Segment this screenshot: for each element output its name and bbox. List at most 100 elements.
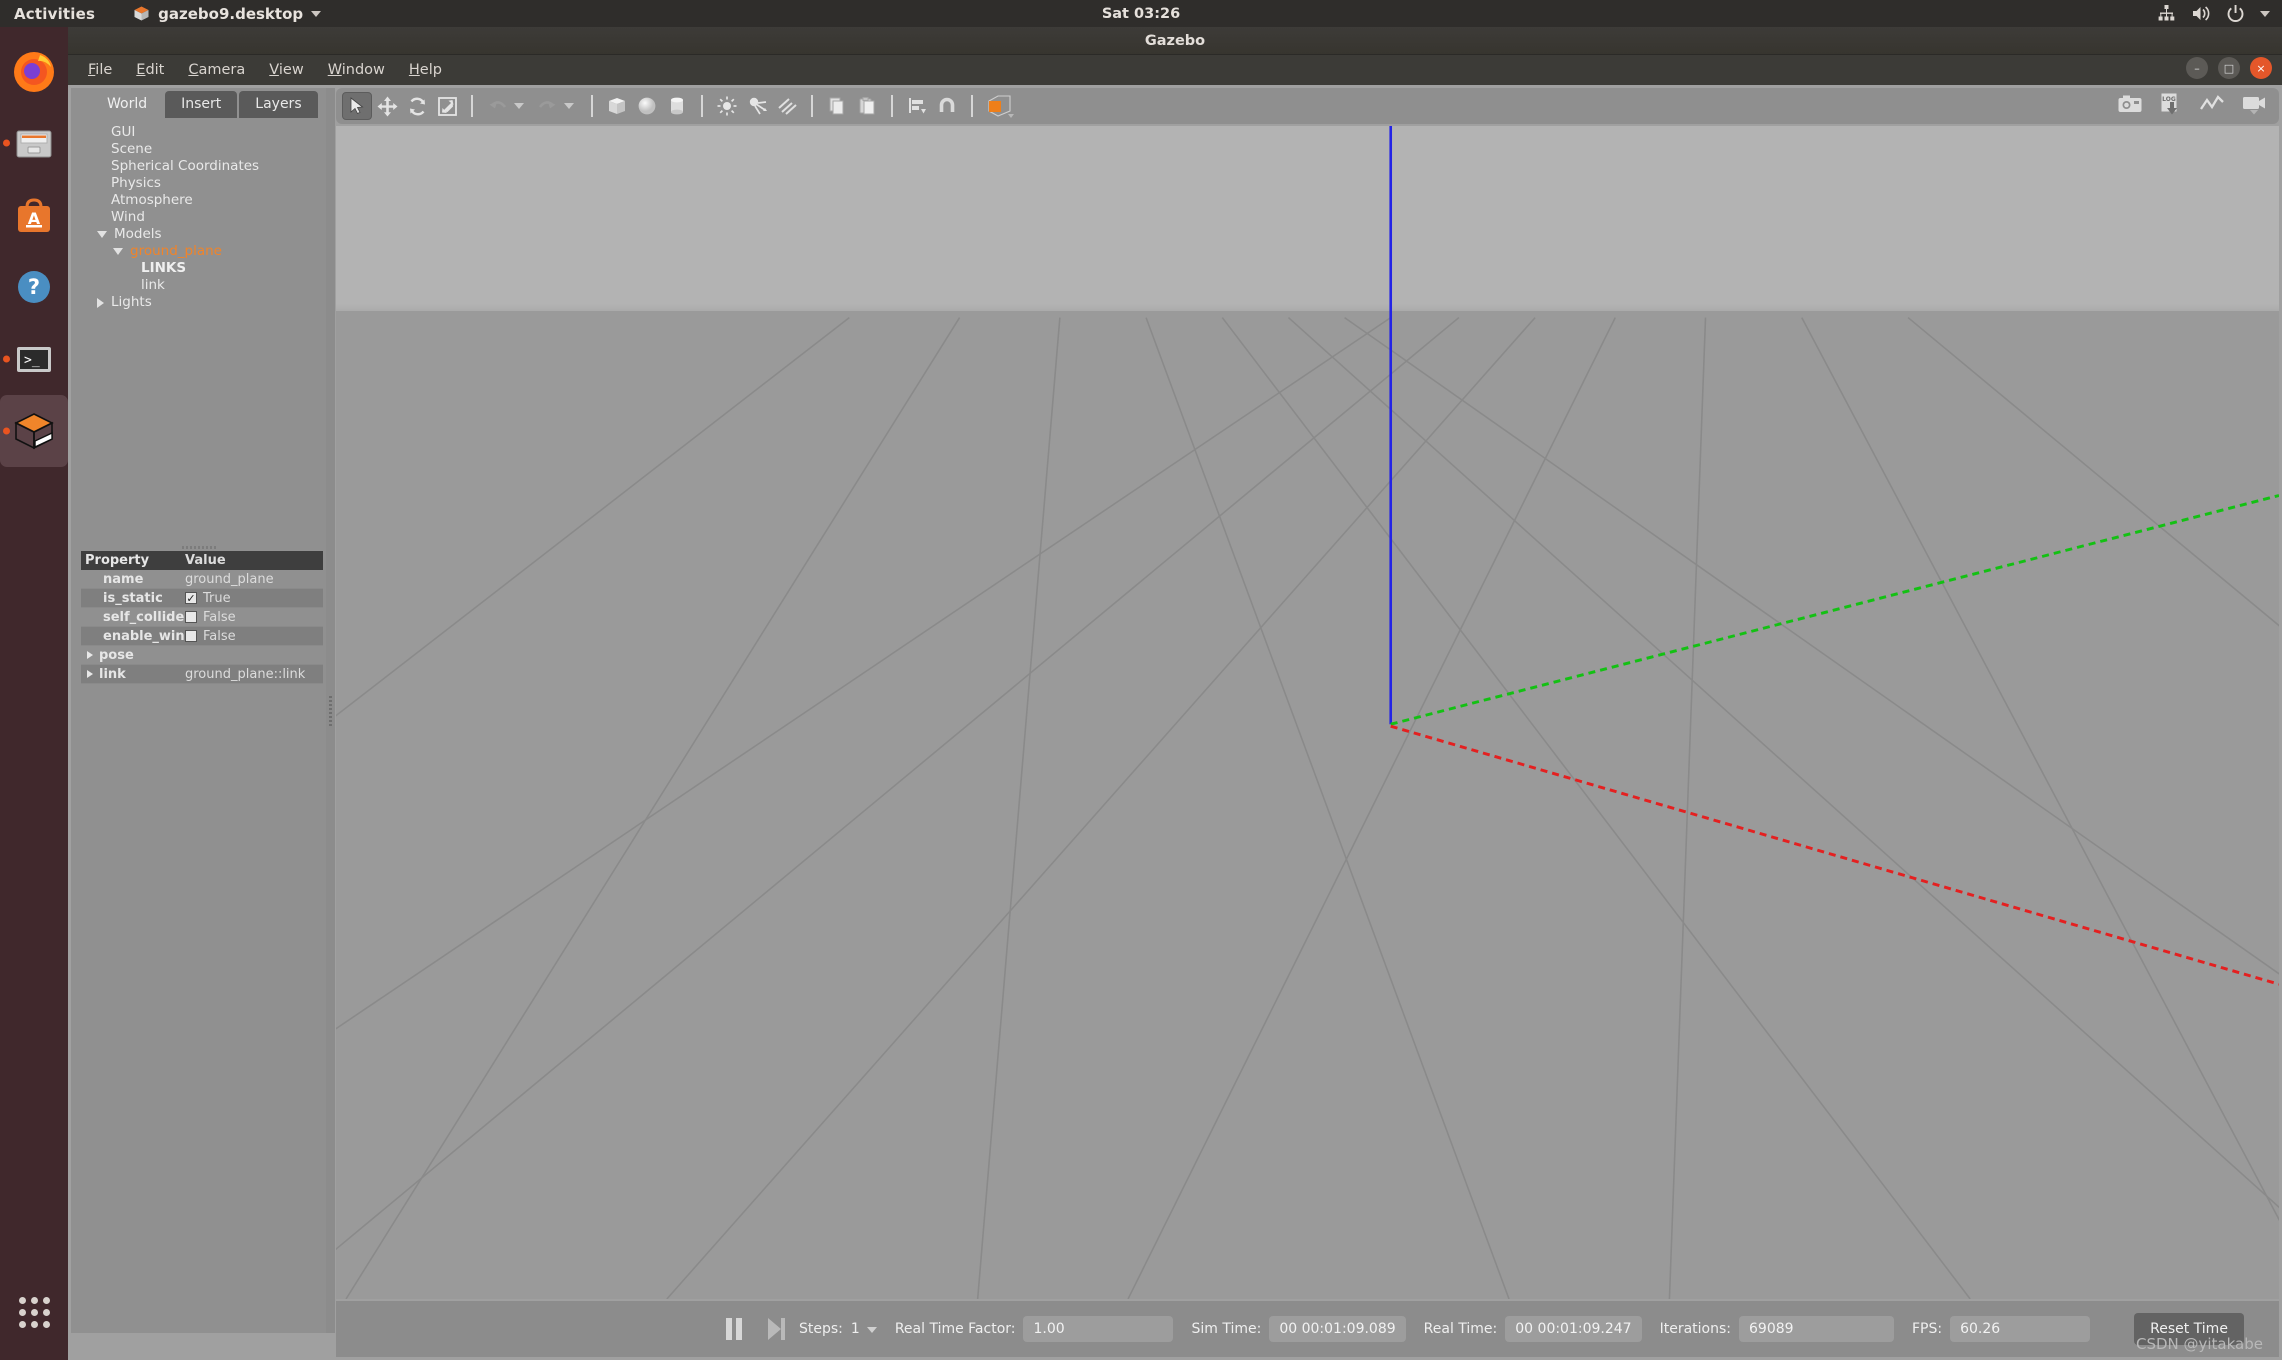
tree-item-physics[interactable]: Physics [89,175,326,192]
window-titlebar: Gazebo [68,27,2282,55]
table-row[interactable]: link ground_plane::link [81,665,323,684]
undo-button[interactable] [482,92,512,120]
redo-button[interactable] [532,92,562,120]
menu-help[interactable]: Help [399,58,452,82]
maximize-button[interactable]: □ [2218,57,2240,79]
close-button[interactable]: × [2250,57,2272,79]
tree-item-scene[interactable]: Scene [89,141,326,158]
vertical-splitter[interactable] [326,88,335,1333]
insert-cylinder-button[interactable] [662,92,692,120]
table-row[interactable]: pose [81,646,323,665]
dock-item-help[interactable]: ? [0,251,68,323]
dock-item-gazebo[interactable] [0,395,68,467]
tree-item-gui[interactable]: GUI [89,124,326,141]
gazebo-app-icon [133,5,150,22]
real-time-value: 00 00:01:09.247 [1505,1316,1642,1342]
select-mode-button[interactable] [342,92,372,120]
menu-file[interactable]: File [78,58,122,82]
copy-button[interactable] [822,92,852,120]
menu-view-mnemonic: V [269,62,279,78]
volume-icon[interactable] [2191,4,2211,23]
video-record-button[interactable] [2241,93,2269,119]
dock-item-files[interactable] [0,107,68,179]
view-angle-button[interactable] [982,92,1020,120]
clock[interactable]: Sat 03:26 [0,6,2282,22]
tree-label: ground_plane [130,242,222,259]
pause-button[interactable] [726,1318,742,1340]
undo-history-chevron-down-icon[interactable] [514,103,524,109]
insert-box-button[interactable] [602,92,632,120]
network-icon[interactable] [2157,4,2176,23]
align-button[interactable] [902,92,932,120]
show-applications-button[interactable] [0,1282,68,1342]
steps-chevron-down-icon[interactable] [866,1327,877,1333]
insert-point-light-button[interactable] [712,92,742,120]
step-forward-button[interactable] [768,1318,785,1340]
minimize-icon: – [2194,61,2200,75]
menu-edit[interactable]: Edit [126,58,174,82]
app-menu-button[interactable]: gazebo9.desktop [133,5,322,23]
chevron-right-icon[interactable] [97,297,104,308]
tree-label: link [141,276,165,293]
screen: Activities gazebo9.desktop Sat 03:26 A ?… [0,0,2282,1360]
chevron-down-icon[interactable] [97,231,107,238]
tree-item-wind[interactable]: Wind [89,209,326,226]
minimize-button[interactable]: – [2186,57,2208,79]
table-row[interactable]: is_static ✓ True [81,589,323,608]
checkbox-unchecked[interactable] [185,630,197,642]
toolbar-right-group: LOG [2117,92,2269,120]
gazebo-window: Gazebo File Edit Camera View Window Help… [68,27,2282,1360]
fps-value: 60.26 [1950,1316,2091,1342]
property-key-expander[interactable]: link [81,667,179,682]
rotate-mode-button[interactable] [402,92,432,120]
insert-directional-light-button[interactable] [772,92,802,120]
tree-item-models[interactable]: Models [89,226,326,243]
tree-label: Physics [111,174,161,191]
menu-camera[interactable]: Camera [178,58,255,82]
tab-layers[interactable]: Layers [239,91,318,118]
paste-button[interactable] [852,92,882,120]
menu-view[interactable]: View [259,58,313,82]
chevron-right-icon[interactable] [87,670,93,678]
tree-item-ground-plane[interactable]: ground_plane [89,243,326,260]
svg-text:?: ? [28,275,40,299]
menu-window[interactable]: Window [318,58,395,82]
dock-item-software-center[interactable]: A [0,179,68,251]
table-row[interactable]: enable_wind False [81,627,323,646]
screenshot-button[interactable] [2117,93,2143,119]
table-row[interactable]: self_collide False [81,608,323,627]
insert-spot-light-button[interactable] [742,92,772,120]
gnome-top-bar: Activities gazebo9.desktop Sat 03:26 [0,0,2282,27]
property-table: Property Value name ground_plane is_stat… [81,551,323,684]
tree-item-link[interactable]: link [89,277,326,294]
scene-grid [336,126,2279,1299]
insert-sphere-button[interactable] [632,92,662,120]
translate-mode-button[interactable] [372,92,402,120]
property-table-header: Property Value [81,551,323,570]
checkbox-checked[interactable]: ✓ [185,592,197,604]
log-record-button[interactable]: LOG [2159,92,2183,120]
dock-item-firefox[interactable] [0,35,68,107]
chevron-right-icon[interactable] [87,651,93,659]
plot-window-button[interactable] [2199,93,2225,119]
table-row[interactable]: name ground_plane [81,570,323,589]
property-key: self_collide [103,609,185,625]
chevron-down-icon[interactable] [113,248,123,255]
tree-item-lights[interactable]: Lights [89,294,326,311]
activities-button[interactable]: Activities [14,5,95,23]
power-icon[interactable] [2226,4,2245,23]
scale-mode-button[interactable] [432,92,462,120]
snap-button[interactable] [932,92,962,120]
tree-item-atmosphere[interactable]: Atmosphere [89,192,326,209]
tab-world[interactable]: World [91,91,164,118]
chevron-down-icon[interactable] [2260,10,2270,17]
tree-item-spherical-coordinates[interactable]: Spherical Coordinates [89,158,326,175]
3d-viewport[interactable] [336,126,2279,1299]
property-key-expander[interactable]: pose [81,648,179,663]
checkbox-unchecked[interactable] [185,611,197,623]
redo-history-chevron-down-icon[interactable] [564,103,574,109]
menu-view-rest: iew [278,62,304,78]
panel-splitter-handle[interactable] [71,543,326,551]
tab-insert[interactable]: Insert [165,91,238,118]
dock-item-terminal[interactable]: >_ [0,323,68,395]
